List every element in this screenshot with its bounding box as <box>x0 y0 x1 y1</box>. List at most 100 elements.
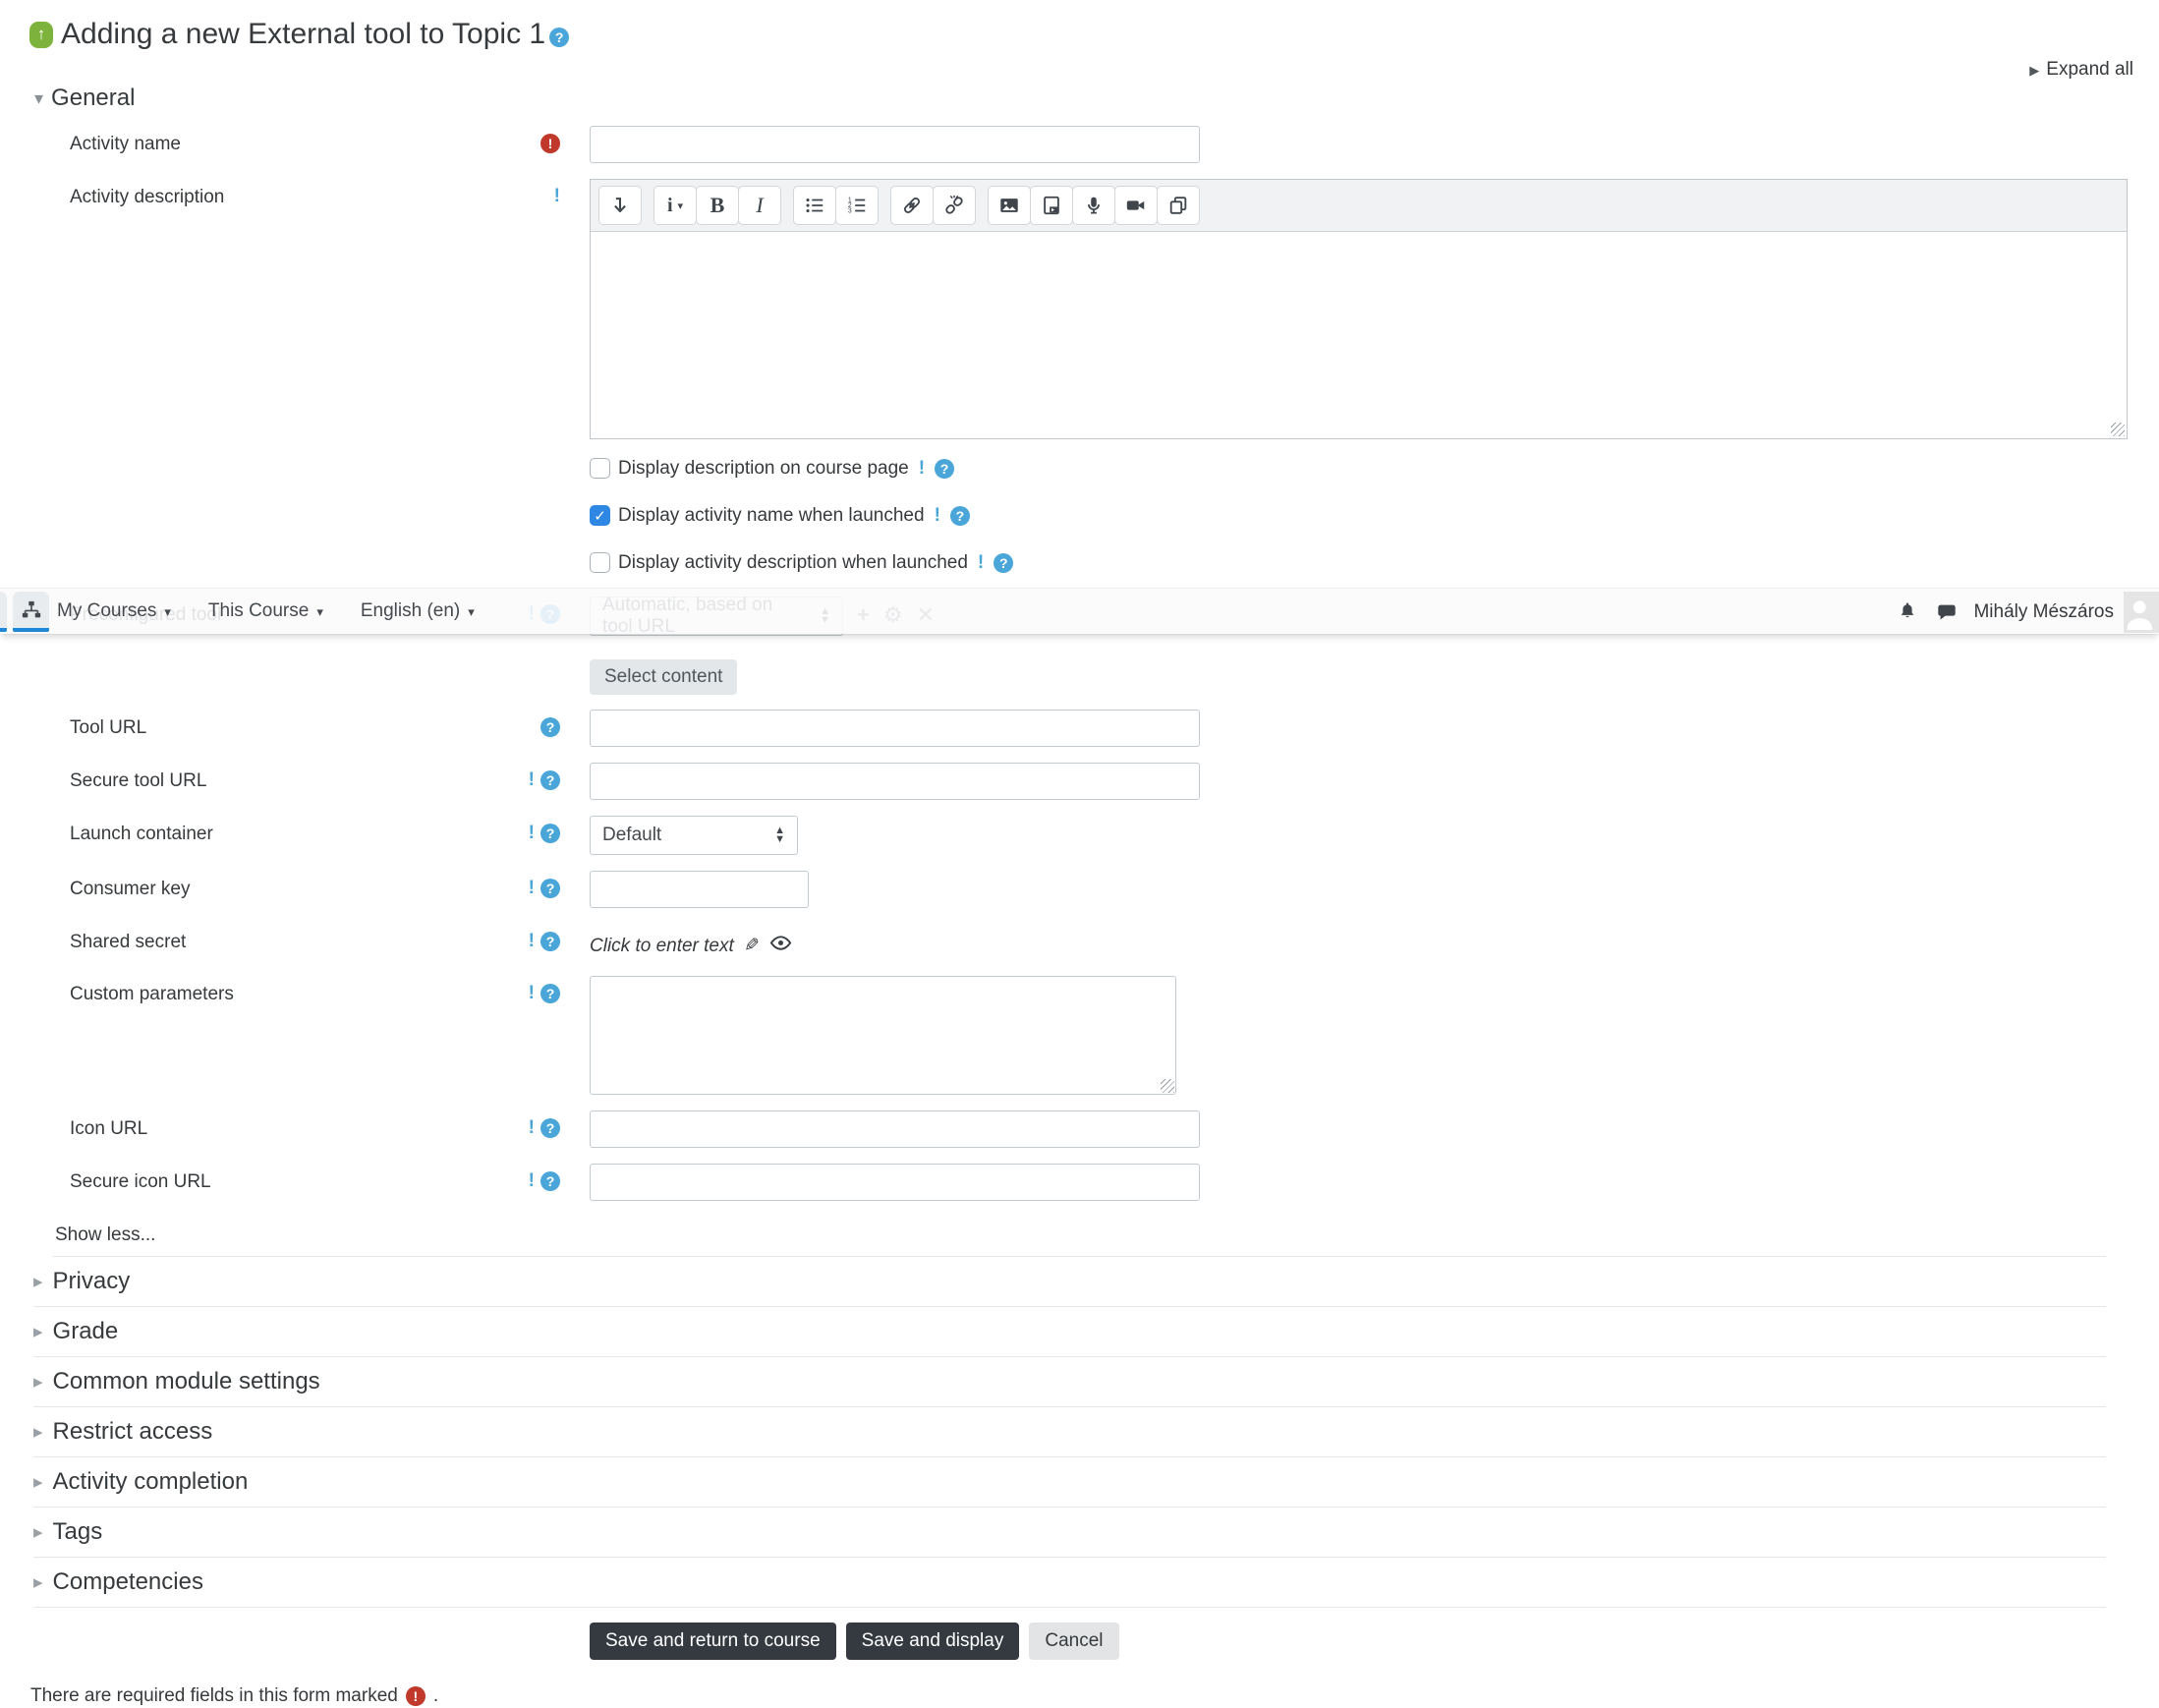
help-icon[interactable] <box>540 879 560 898</box>
launch-container-select[interactable]: Default <box>590 816 798 855</box>
save-and-return-button[interactable]: Save and return to course <box>590 1623 836 1660</box>
link-icon[interactable] <box>890 186 934 225</box>
tool-url-label: Tool URL <box>70 717 147 738</box>
unlink-icon[interactable] <box>933 186 976 225</box>
section-tags[interactable]: Tags <box>33 1508 2106 1558</box>
advanced-icon <box>529 932 535 951</box>
image-icon[interactable] <box>988 186 1031 225</box>
advanced-icon <box>529 879 535 898</box>
help-icon[interactable] <box>540 1118 560 1138</box>
user-name[interactable]: Mihály Mészáros <box>1973 601 2114 623</box>
help-icon[interactable] <box>935 458 955 479</box>
nav-language[interactable]: English (en) <box>361 600 475 622</box>
edit-pencil-icon[interactable]: ✎ <box>744 935 760 957</box>
advanced-icon <box>919 459 925 479</box>
bold-icon[interactable]: B <box>696 186 739 225</box>
launch-container-row: Launch container Default <box>0 816 2159 855</box>
record-video-icon[interactable] <box>1114 186 1158 225</box>
editor-content-area[interactable] <box>591 232 2127 438</box>
paragraph-styles-icon[interactable]: i ▾ <box>653 186 697 225</box>
top-navbar: My Courses This Course English (en) Mihá… <box>0 588 2159 634</box>
italic-icon[interactable]: I <box>738 186 781 225</box>
title-help-icon[interactable] <box>549 28 570 47</box>
section-grade[interactable]: Grade <box>33 1307 2106 1357</box>
record-audio-icon[interactable] <box>1072 186 1115 225</box>
help-icon[interactable] <box>540 984 560 1003</box>
show-less-link[interactable]: Show less... <box>55 1224 2159 1246</box>
custom-parameters-label: Custom parameters <box>70 984 234 1004</box>
required-icon <box>405 1686 426 1706</box>
shared-secret-value[interactable]: Click to enter text <box>590 936 734 957</box>
shared-secret-label: Shared secret <box>70 932 187 952</box>
avatar[interactable] <box>2124 591 2159 633</box>
form-actions: Save and return to course Save and displ… <box>590 1623 2159 1660</box>
display-activity-description-row: Display activity description when launch… <box>590 549 2159 576</box>
help-icon[interactable] <box>949 505 970 526</box>
section-restrict-access[interactable]: Restrict access <box>33 1407 2106 1457</box>
help-icon[interactable] <box>540 770 560 790</box>
secure-tool-url-label: Secure tool URL <box>70 770 207 791</box>
advanced-icon <box>529 770 535 790</box>
general-form: Activity name Activity description i▾ B <box>0 126 2159 1246</box>
secure-tool-url-input[interactable] <box>590 763 1200 800</box>
select-arrows-icon <box>774 826 785 844</box>
secure-tool-url-row: Secure tool URL <box>0 763 2159 800</box>
cancel-button[interactable]: Cancel <box>1029 1623 1119 1660</box>
chevron-down-icon <box>164 600 171 622</box>
chevron-right-icon <box>33 1471 43 1494</box>
help-icon[interactable] <box>540 824 560 843</box>
tool-url-input[interactable] <box>590 710 1200 747</box>
custom-parameters-textarea[interactable] <box>590 976 1176 1095</box>
section-common-module-settings[interactable]: Common module settings <box>33 1357 2106 1407</box>
page-title: Adding a new External tool to Topic 1 <box>61 18 546 50</box>
chevron-right-icon <box>33 1421 43 1444</box>
consumer-key-label: Consumer key <box>70 879 191 899</box>
site-navigation-icon <box>22 600 40 617</box>
chevron-down-icon <box>468 600 475 622</box>
manage-files-icon[interactable] <box>1157 186 1200 225</box>
section-privacy[interactable]: Privacy <box>33 1257 2106 1307</box>
unordered-list-icon[interactable] <box>793 186 836 225</box>
site-navigation-tab[interactable] <box>13 592 49 632</box>
secure-icon-url-row: Secure icon URL <box>0 1164 2159 1201</box>
display-activity-description-checkbox[interactable] <box>590 552 610 573</box>
advanced-icon <box>554 187 560 206</box>
notifications-bell-icon[interactable] <box>1897 601 1918 623</box>
tool-url-row: Tool URL <box>0 710 2159 747</box>
section-general-title: General <box>51 85 136 111</box>
ordered-list-icon[interactable]: 123 <box>835 186 879 225</box>
consumer-key-row: Consumer key <box>0 871 2159 908</box>
chevron-right-icon <box>33 1371 43 1394</box>
section-competencies[interactable]: Competencies <box>33 1558 2106 1608</box>
help-icon[interactable] <box>994 552 1014 573</box>
advanced-icon <box>529 824 535 843</box>
expand-all-link[interactable]: Expand all <box>2029 59 2133 81</box>
nav-my-courses[interactable]: My Courses <box>57 600 171 622</box>
icon-url-input[interactable] <box>590 1110 1200 1148</box>
show-secret-eye-icon[interactable] <box>769 932 792 960</box>
collapse-toolbar-icon[interactable] <box>598 186 642 225</box>
icon-url-label: Icon URL <box>70 1118 148 1139</box>
display-activity-name-row: Display activity name when launched <box>590 502 2159 529</box>
page-header: ↑ Adding a new External tool to Topic 1 <box>0 16 2159 53</box>
section-general-header[interactable]: General <box>0 85 2159 112</box>
help-icon[interactable] <box>540 717 560 737</box>
select-content-button[interactable]: Select content <box>590 659 738 695</box>
launch-container-label: Launch container <box>70 824 213 844</box>
messages-icon[interactable] <box>1936 601 1958 623</box>
activity-name-input[interactable] <box>590 126 1200 163</box>
consumer-key-input[interactable] <box>590 871 809 908</box>
external-tool-icon: ↑ <box>29 21 53 48</box>
nav-tab-edge[interactable] <box>0 592 7 632</box>
display-description-checkbox[interactable] <box>590 458 610 479</box>
chevron-down-icon <box>316 600 323 622</box>
save-and-display-button[interactable]: Save and display <box>845 1623 1020 1660</box>
help-icon[interactable] <box>540 932 560 951</box>
help-icon[interactable] <box>540 1171 560 1191</box>
section-activity-completion[interactable]: Activity completion <box>33 1457 2106 1508</box>
required-icon <box>540 134 560 153</box>
media-icon[interactable] <box>1030 186 1073 225</box>
display-activity-name-checkbox[interactable] <box>590 505 610 526</box>
secure-icon-url-input[interactable] <box>590 1164 1200 1201</box>
nav-this-course[interactable]: This Course <box>208 600 323 622</box>
